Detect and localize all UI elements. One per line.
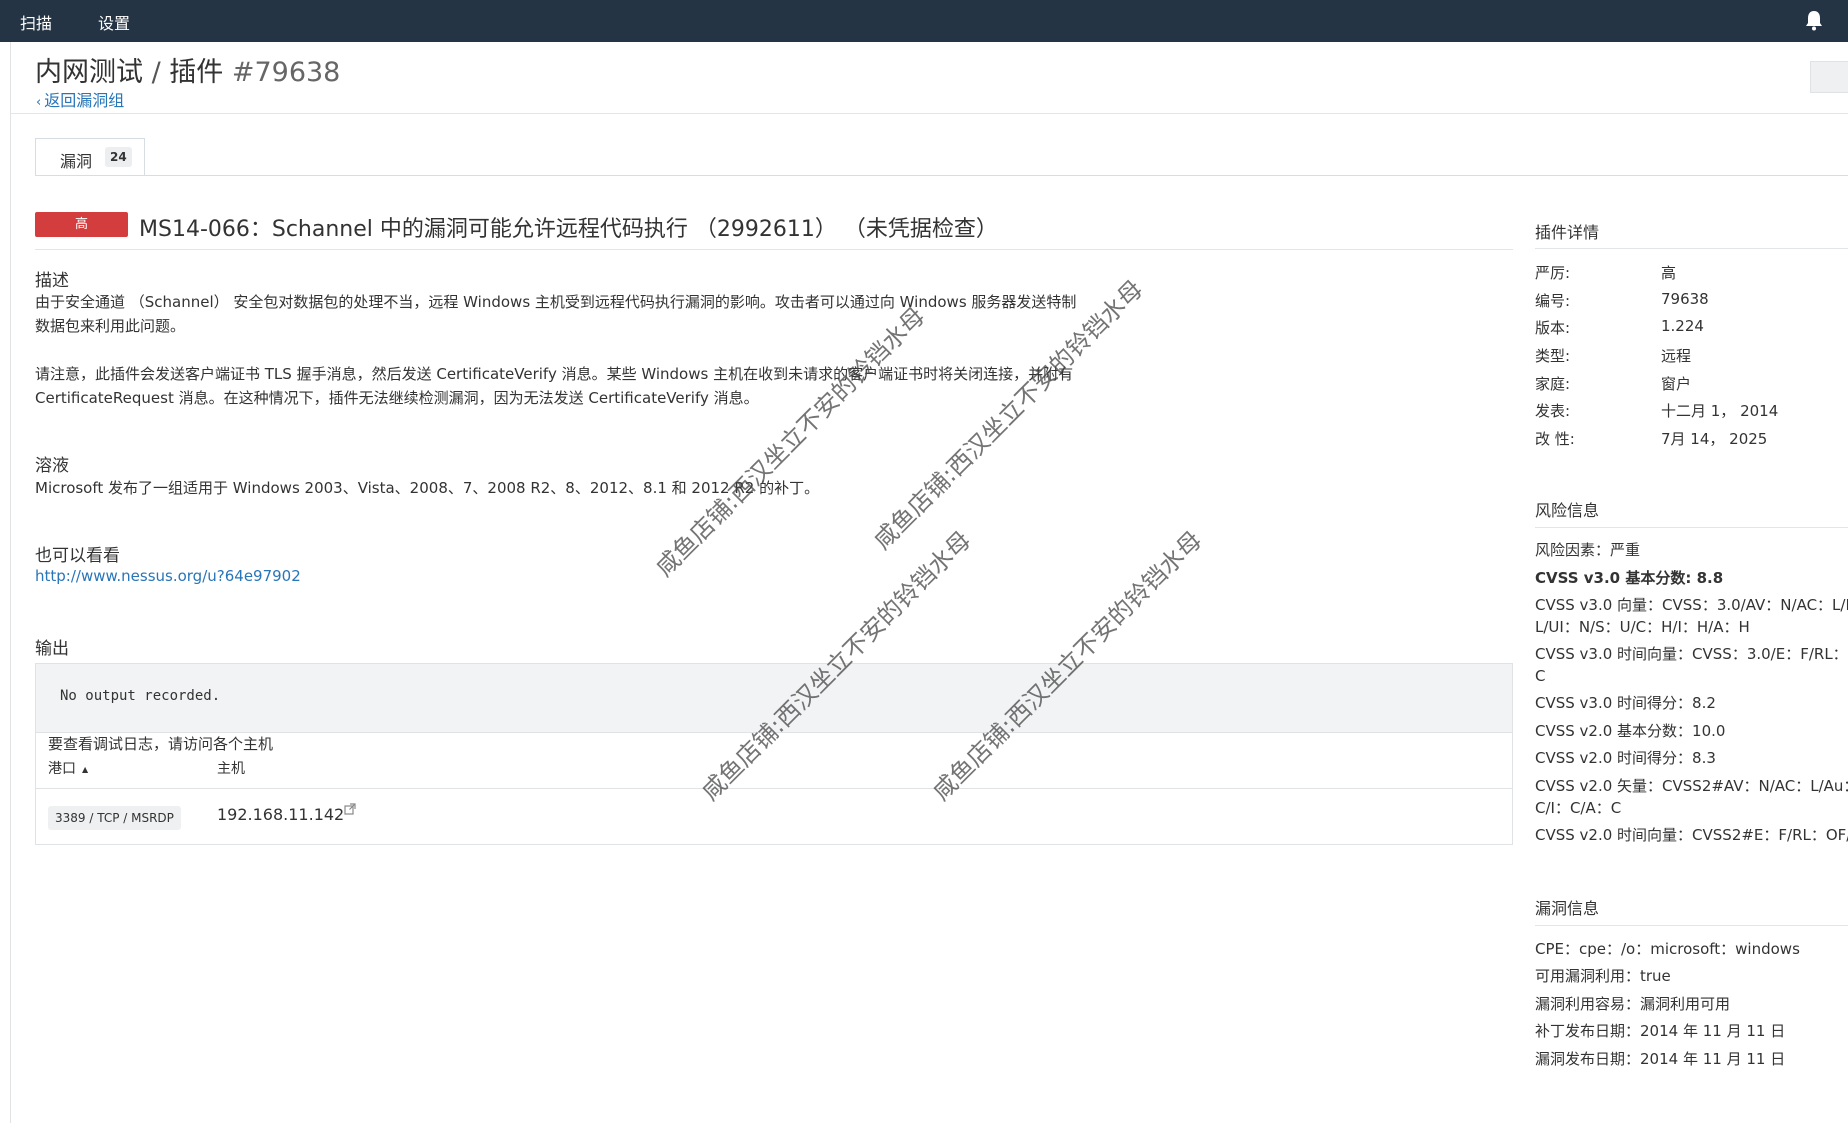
description-heading: 描述 — [35, 271, 69, 291]
cvss3-temporal-vector: CVSS v3.0 时间向量：CVSS：3.0/E：F/RL：O/RC： C — [1535, 643, 1848, 687]
cvss3-vector-line: CVSS v3.0 向量：CVSS：3.0/AV：N/AC：L/PR：N/ — [1535, 596, 1848, 614]
patch-pub-date: 补丁发布日期：2014 年 11 月 11 日 — [1535, 1022, 1786, 1040]
cvss3-base-value: 8.8 — [1691, 569, 1724, 587]
detail-key-severity: 严厉: — [1535, 264, 1571, 282]
vuln-pub-date: 漏洞发布日期：2014 年 11 月 11 日 — [1535, 1050, 1786, 1068]
tab-vulnerabilities[interactable]: 漏洞 24 — [35, 138, 145, 176]
vuln-info-heading: 漏洞信息 — [1535, 899, 1600, 918]
output-host-table: 要查看调试日志，请访问各个主机 港口 ▲ 主机 3389 / TCP / MSRD… — [35, 733, 1513, 845]
detail-value-id: 79638 — [1661, 290, 1709, 308]
watermark: 咸鱼店铺:西汉坐立不安的铃铛水母 — [650, 301, 931, 583]
column-header-host[interactable]: 主机 — [217, 758, 245, 778]
sort-asc-icon: ▲ — [82, 764, 89, 774]
plugin-details-heading: 插件详情 — [1535, 223, 1600, 242]
detail-value-version: 1.224 — [1661, 317, 1704, 335]
detail-value-published: 十二月 1， 2014 — [1661, 402, 1779, 420]
detail-key-family: 家庭: — [1535, 375, 1571, 393]
description-line: 请注意，此插件会发送客户端证书 TLS 握手消息，然后发送 Certificat… — [35, 365, 1074, 383]
header-action-button[interactable] — [1810, 61, 1848, 93]
output-heading: 输出 — [35, 639, 69, 659]
detail-key-id: 编号: — [1535, 292, 1571, 310]
debug-log-note: 要查看调试日志，请访问各个主机 — [48, 735, 274, 753]
cvss2-vector: CVSS v2.0 矢量：CVSS2#AV：N/AC：L/Au：N/ C/I：C… — [1535, 775, 1848, 819]
panel-divider — [1535, 527, 1848, 528]
detail-key-published: 发表: — [1535, 402, 1571, 420]
exploit-ease: 漏洞利用容易：漏洞利用可用 — [1535, 995, 1731, 1013]
tab-count-badge: 24 — [105, 147, 132, 167]
cvss3-temporal-score: CVSS v3.0 时间得分：8.2 — [1535, 694, 1716, 712]
description-line: CertificateRequest 消息。在这种情况下，插件无法继续检测漏洞，… — [35, 389, 759, 407]
cvss2-base-score: CVSS v2.0 基本分数：10.0 — [1535, 722, 1726, 740]
title-plugin-id: #79638 — [223, 57, 341, 88]
output-box: No output recorded. — [35, 663, 1513, 733]
back-label: 返回漏洞组 — [44, 91, 125, 110]
nav-settings[interactable]: 设置 — [98, 10, 130, 34]
description-note: 请注意，此插件会发送客户端证书 TLS 握手消息，然后发送 Certificat… — [35, 362, 1135, 410]
solution-text: Microsoft 发布了一组适用于 Windows 2003、Vista、20… — [35, 479, 820, 497]
cvss3-vector-line: L/UI：N/S：U/C：H/I：H/A：H — [1535, 618, 1750, 636]
title-scan-name[interactable]: 内网测试 — [35, 57, 143, 88]
solution-heading: 溶液 — [35, 456, 69, 476]
title-separator: / — [143, 57, 170, 88]
detail-value-severity: 高 — [1661, 264, 1677, 282]
detail-value-family: 窗户 — [1661, 375, 1692, 393]
cvss3-base-score: CVSS v3.0 基本分数: 8.8 — [1535, 567, 1723, 589]
detail-key-type: 类型: — [1535, 347, 1571, 365]
back-to-vuln-groups-link[interactable]: ‹ 返回漏洞组 — [36, 87, 124, 111]
description-line: 由于安全通道 （Schannel） 安全包对数据包的处理不当，远程 Window… — [35, 293, 1077, 311]
description-text: 由于安全通道 （Schannel） 安全包对数据包的处理不当，远程 Window… — [35, 290, 1135, 338]
see-also-link[interactable]: http://www.nessus.org/u?64e97902 — [35, 567, 301, 585]
cvss2-temporal-score: CVSS v2.0 时间得分：8.3 — [1535, 749, 1716, 767]
panel-divider — [1535, 925, 1848, 926]
title-divider — [35, 249, 1513, 250]
cpe: CPE：cpe：/o：microsoft：windows — [1535, 940, 1800, 958]
detail-value-modified: 7月 14， 2025 — [1661, 430, 1768, 448]
severity-badge: 高 — [35, 212, 128, 237]
vuln-title: MS14-066：Schannel 中的漏洞可能允许远程代码执行 （299261… — [139, 217, 998, 242]
header-divider — [10, 113, 1848, 114]
port-badge: 3389 / TCP / MSRDP — [48, 806, 181, 830]
description-line: 数据包来利用此问题。 — [35, 317, 186, 335]
detail-key-modified: 改 性: — [1535, 430, 1575, 448]
title-plugin: 插件 — [169, 57, 224, 88]
detail-key-version: 版本: — [1535, 319, 1571, 337]
column-header-port[interactable]: 港口 ▲ — [48, 758, 88, 778]
panel-divider — [1535, 248, 1848, 249]
left-rail — [10, 42, 11, 1123]
page-title: 内网测试 / 插件 #79638 — [35, 50, 340, 89]
column-header-label: 港口 — [48, 761, 76, 777]
tab-label: 漏洞 — [60, 152, 93, 171]
risk-info-heading: 风险信息 — [1535, 501, 1600, 520]
bell-icon[interactable] — [1804, 9, 1824, 31]
row-divider — [36, 788, 1512, 789]
risk-factor: 风险因素：严重 — [1535, 541, 1641, 559]
cvss2-vector-line: CVSS v2.0 矢量：CVSS2#AV：N/AC：L/Au：N/ — [1535, 777, 1848, 795]
host-ip[interactable]: 192.168.11.142 — [217, 805, 344, 824]
tab-divider — [35, 175, 1848, 176]
cvss2-temporal-vector: CVSS v2.0 时间向量：CVSS2#E：F/RL：OF/RC：C — [1535, 826, 1848, 844]
external-link-icon[interactable] — [344, 803, 356, 815]
detail-value-type: 远程 — [1661, 347, 1692, 365]
cvss2-vector-line: C/I：C/A：C — [1535, 799, 1622, 817]
cvss3-vector: CVSS v3.0 向量：CVSS：3.0/AV：N/AC：L/PR：N/ L/… — [1535, 594, 1848, 638]
exploit-available: 可用漏洞利用：true — [1535, 967, 1671, 985]
chevron-left-icon: ‹ — [36, 95, 42, 110]
see-also-heading: 也可以看看 — [35, 546, 120, 566]
top-nav: 扫描 设置 — [0, 0, 1848, 42]
cvss3-temporal-vector-line: C — [1535, 667, 1546, 685]
cvss3-temporal-vector-line: CVSS v3.0 时间向量：CVSS：3.0/E：F/RL：O/RC： — [1535, 645, 1848, 663]
cvss3-base-label: CVSS v3.0 基本分数: — [1535, 569, 1692, 587]
output-text: No output recorded. — [60, 688, 221, 704]
nav-scans[interactable]: 扫描 — [20, 10, 52, 34]
